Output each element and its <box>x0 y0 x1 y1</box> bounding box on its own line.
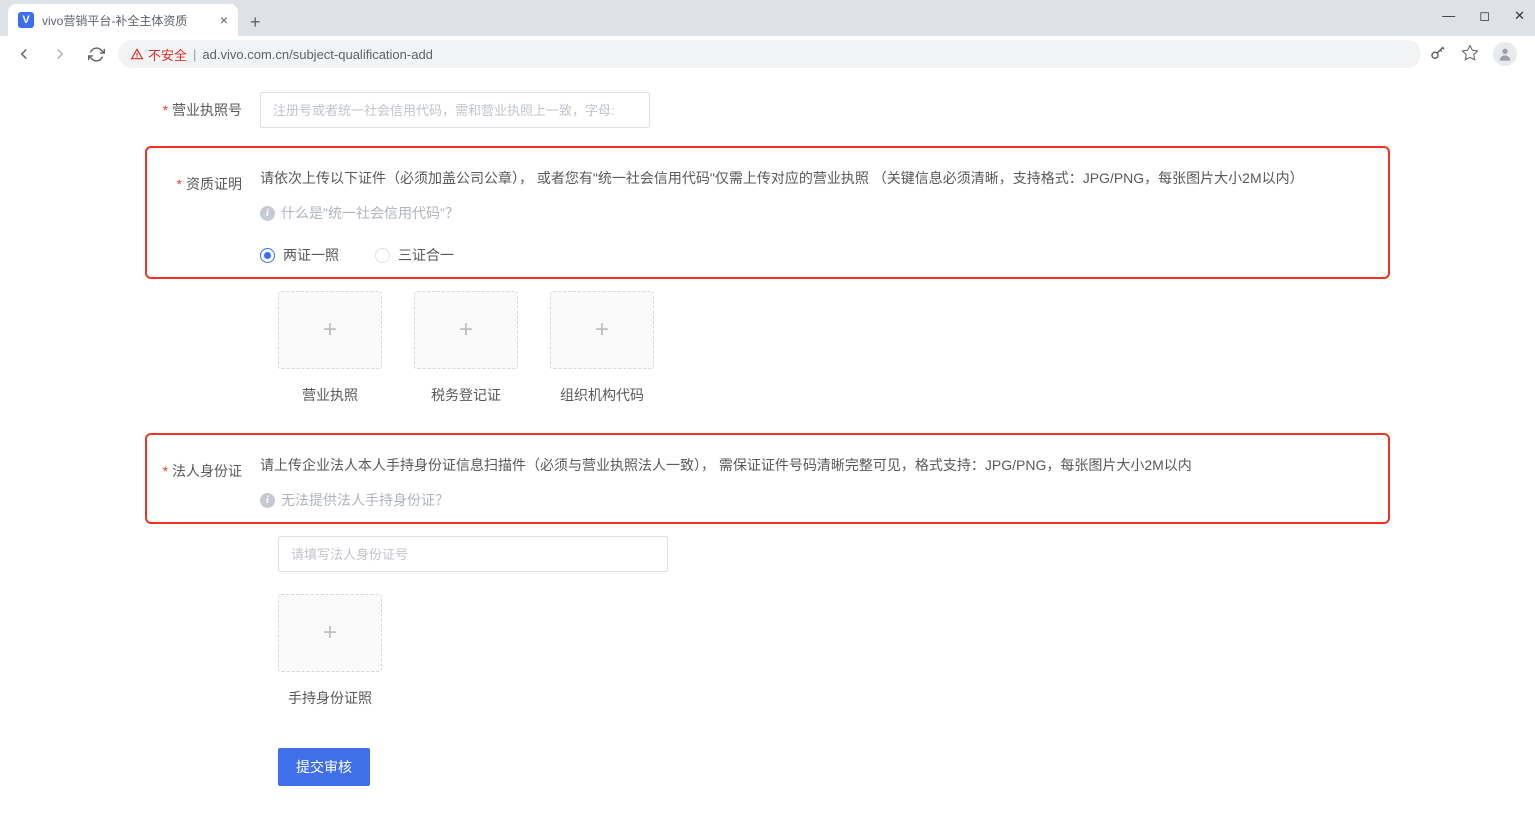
browser-tab[interactable]: V vivo营销平台-补全主体资质 × <box>8 4 238 36</box>
license-number-input[interactable] <box>260 92 650 128</box>
info-icon: i <box>260 206 275 221</box>
upload-org-code: + 组织机构代码 <box>550 291 654 405</box>
minimize-icon[interactable]: — <box>1442 8 1455 24</box>
upload-box-handheld-id[interactable]: + <box>278 594 382 672</box>
key-icon[interactable] <box>1429 44 1447 65</box>
legal-id-label: *法人身份证 <box>147 453 260 481</box>
address-bar-actions <box>1429 42 1525 66</box>
upload-tax-registration: + 税务登记证 <box>414 291 518 405</box>
address-bar: 不安全 | ad.vivo.com.cn/subject-qualificati… <box>0 36 1535 72</box>
upload-box-tax-registration[interactable]: + <box>414 291 518 369</box>
legal-id-hint[interactable]: i 无法提供法人手持身份证？ <box>260 490 1376 510</box>
radio-icon <box>260 248 275 263</box>
upload-label: 手持身份证照 <box>278 688 382 708</box>
legal-id-input-row <box>278 536 1515 572</box>
url-separator: | <box>193 47 196 62</box>
upload-label: 营业执照 <box>278 385 382 405</box>
legal-id-input[interactable] <box>278 536 668 572</box>
upload-label: 组织机构代码 <box>550 385 654 405</box>
tab-bar: V vivo营销平台-补全主体资质 × + <box>0 0 1535 36</box>
radio-icon <box>375 248 390 263</box>
license-number-label: *营业执照号 <box>20 92 260 120</box>
radio-two-one[interactable]: 两证一照 <box>260 245 339 265</box>
license-number-row: *营业执照号 <box>20 92 1515 128</box>
upload-handheld-id: + 手持身份证照 <box>278 594 382 708</box>
profile-avatar[interactable] <box>1493 42 1517 66</box>
upload-business-license: + 营业执照 <box>278 291 382 405</box>
submit-row: 提交审核 <box>278 748 1515 786</box>
qualification-uploads: + 营业执照 + 税务登记证 + 组织机构代码 <box>278 291 1515 405</box>
close-window-icon[interactable]: ✕ <box>1514 8 1525 24</box>
url-input[interactable]: 不安全 | ad.vivo.com.cn/subject-qualificati… <box>118 40 1421 68</box>
plus-icon: + <box>459 316 473 344</box>
qualification-label: *资质证明 <box>147 166 260 194</box>
legal-id-uploads: + 手持身份证照 <box>278 594 1515 708</box>
plus-icon: + <box>323 316 337 344</box>
tab-title: vivo营销平台-补全主体资质 <box>42 12 212 29</box>
radio-three-one[interactable]: 三证合一 <box>375 245 454 265</box>
close-tab-icon[interactable]: × <box>220 12 228 28</box>
star-icon[interactable] <box>1461 44 1479 65</box>
qualification-section: *资质证明 请依次上传以下证件（必须加盖公司公章）， 或者您有"统一社会信用代码… <box>145 146 1390 279</box>
reload-button[interactable] <box>82 40 110 68</box>
maximize-icon[interactable]: ◻ <box>1479 8 1490 24</box>
back-button[interactable] <box>10 40 38 68</box>
url-text: ad.vivo.com.cn/subject-qualification-add <box>202 47 433 62</box>
plus-icon: + <box>595 316 609 344</box>
qualification-description: 请依次上传以下证件（必须加盖公司公章）， 或者您有"统一社会信用代码"仅需上传对… <box>260 166 1376 191</box>
window-controls: — ◻ ✕ <box>1442 8 1525 24</box>
qualification-hint[interactable]: i 什么是"统一社会信用代码"？ <box>260 203 1376 223</box>
forward-button[interactable] <box>46 40 74 68</box>
favicon-icon: V <box>18 12 34 28</box>
plus-icon: + <box>323 619 337 647</box>
certificate-type-radio-group: 两证一照 三证合一 <box>260 245 1376 265</box>
submit-button[interactable]: 提交审核 <box>278 748 370 786</box>
insecure-icon: 不安全 <box>130 45 187 64</box>
legal-id-description: 请上传企业法人本人手持身份证信息扫描件（必须与营业执照法人一致）， 需保证证件号… <box>260 453 1376 478</box>
legal-id-section: *法人身份证 请上传企业法人本人手持身份证信息扫描件（必须与营业执照法人一致），… <box>145 433 1390 524</box>
page-content: *营业执照号 *资质证明 请依次上传以下证件（必须加盖公司公章）， 或者您有"统… <box>0 72 1535 826</box>
info-icon: i <box>260 493 275 508</box>
upload-label: 税务登记证 <box>414 385 518 405</box>
insecure-label: 不安全 <box>148 45 187 64</box>
browser-chrome: — ◻ ✕ V vivo营销平台-补全主体资质 × + 不安全 | ad.viv… <box>0 0 1535 72</box>
upload-box-business-license[interactable]: + <box>278 291 382 369</box>
upload-box-org-code[interactable]: + <box>550 291 654 369</box>
new-tab-button[interactable]: + <box>238 8 273 36</box>
